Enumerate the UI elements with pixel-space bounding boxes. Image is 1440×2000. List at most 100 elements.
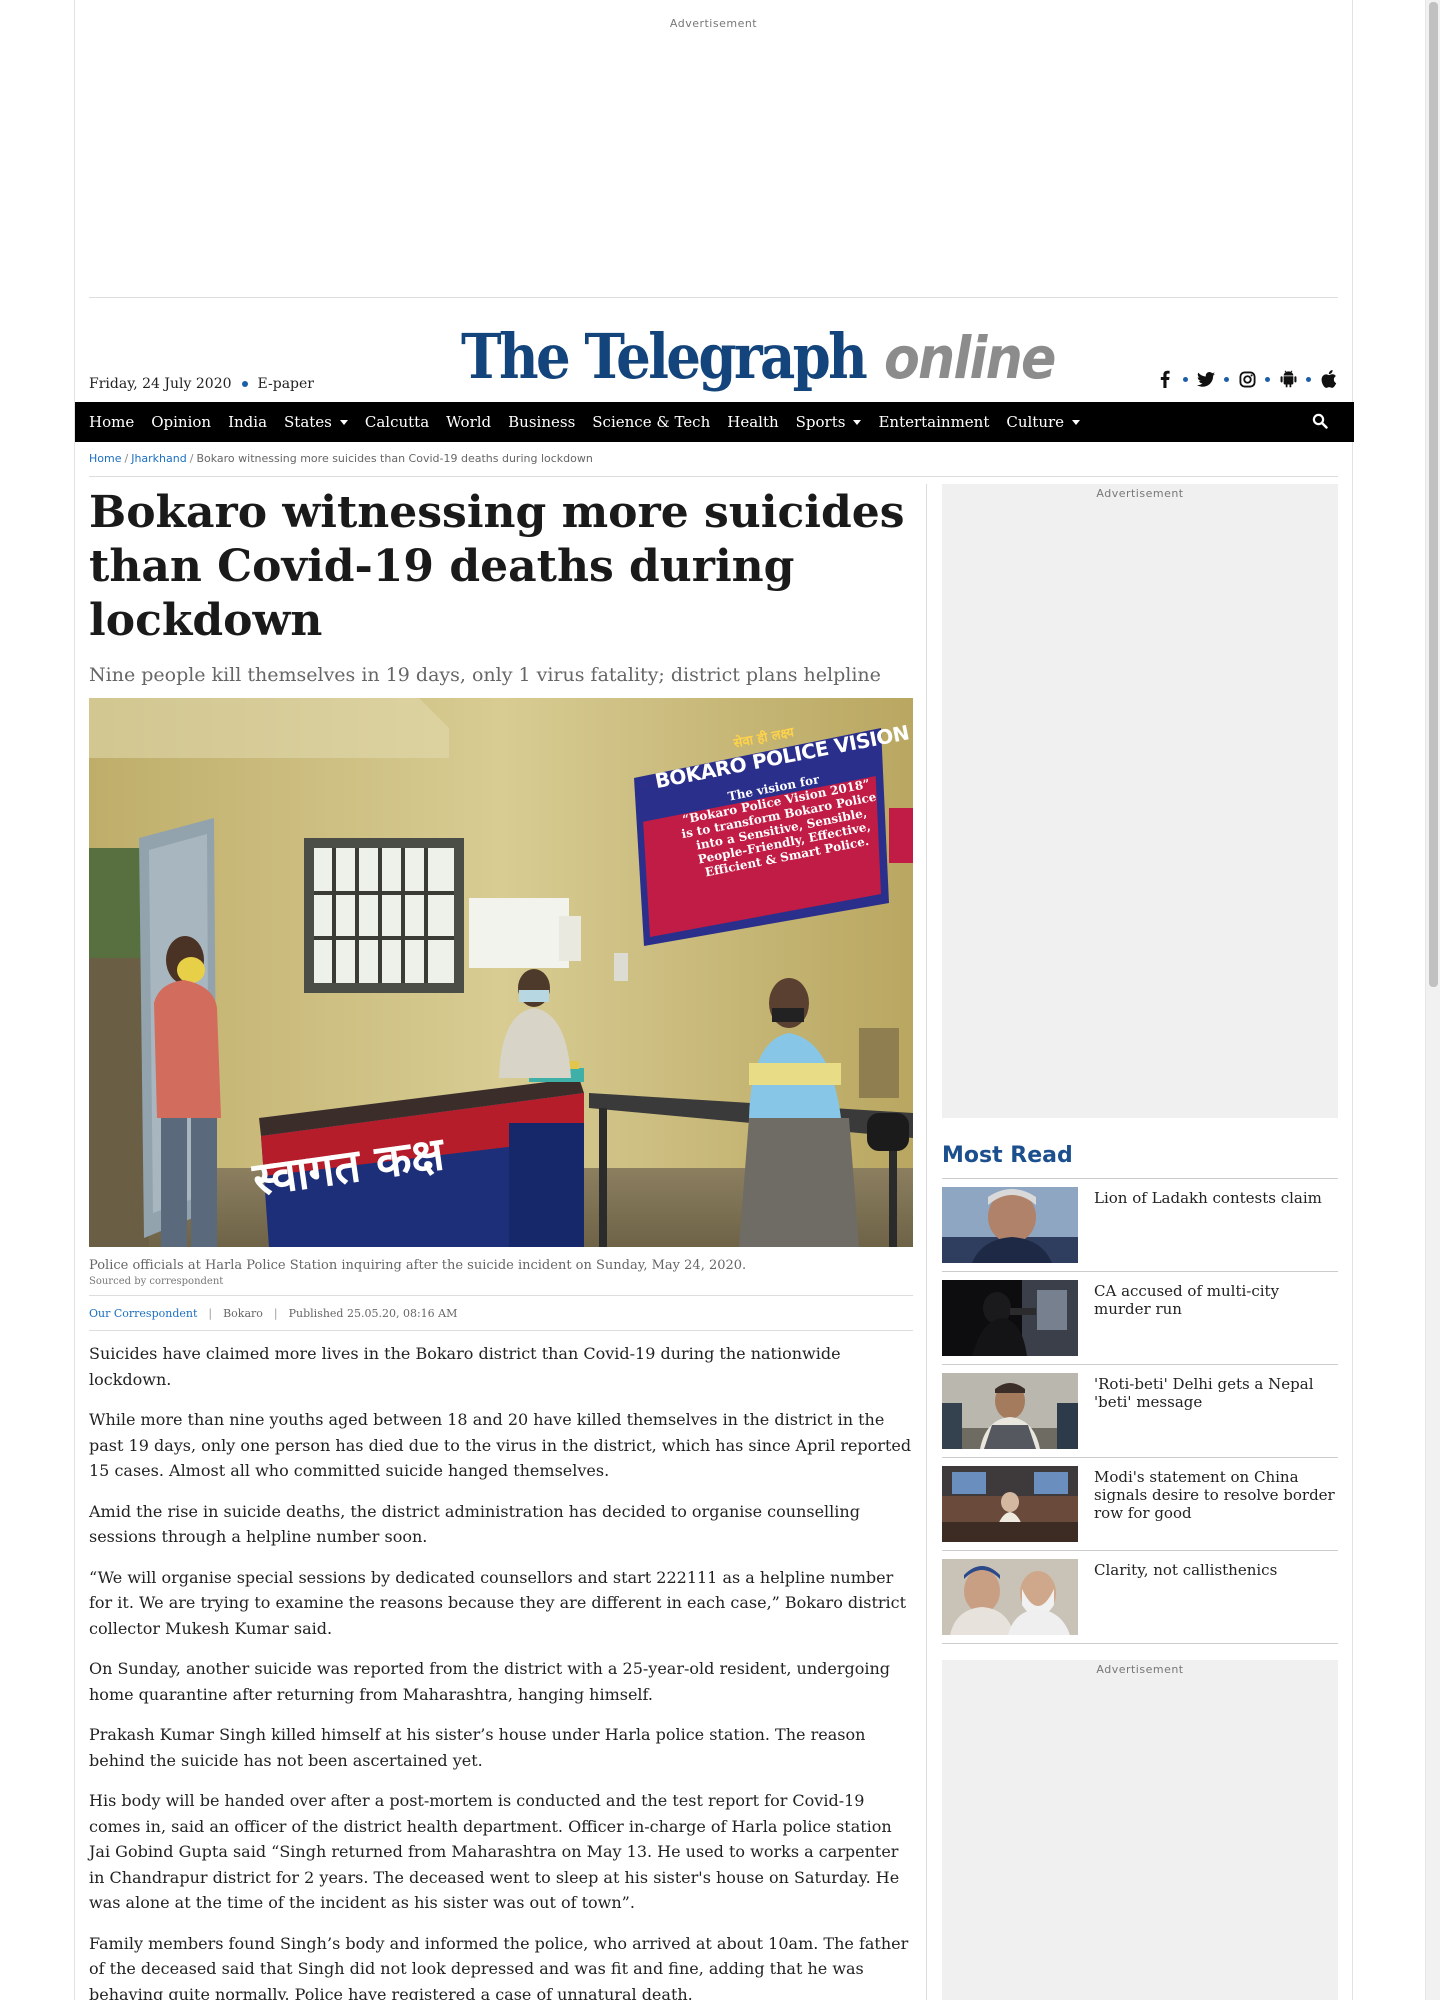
most-read-item[interactable]: CA accused of multi-city murder run [942,1272,1338,1365]
separator-dot [241,381,248,387]
article-headline: Bokaro witnessing more suicides than Cov… [89,487,905,646]
page-container: Advertisement Friday, 24 July 2020 E-pap… [74,0,1354,2000]
apple-icon[interactable] [1320,370,1338,388]
nav-item-label: Science & Tech [592,413,711,431]
separator-dot [1224,376,1229,382]
ad-label: Advertisement [669,17,758,30]
sidebar-advertisement: Advertisement [942,1660,1338,2000]
article-body: Suicides have claimed more lives in the … [89,1341,913,2000]
ad-label: Advertisement [1096,1663,1184,1676]
byline-published: Published 25.05.20, 08:16 AM [288,1306,458,1320]
most-read-thumbnail[interactable] [942,1280,1078,1356]
most-read-thumbnail[interactable] [942,1466,1078,1542]
breadcrumb-section[interactable]: Jharkhand [131,452,187,465]
byline-separator: | [208,1306,213,1320]
nav-item-label: Culture [1006,413,1065,431]
nav-item-india[interactable]: India [228,413,267,431]
most-read-headline[interactable]: 'Roti-beti' Delhi gets a Nepal 'beti' me… [1094,1373,1338,1457]
top-advertisement: Advertisement [89,0,1338,298]
byline: Our Correspondent | Bokaro | Published 2… [89,1295,913,1331]
most-read-item[interactable]: 'Roti-beti' Delhi gets a Nepal 'beti' me… [942,1365,1338,1458]
nav-item-entertainment[interactable]: Entertainment [878,413,989,431]
article-standfirst: Nine people kill themselves in 19 days, … [89,664,881,686]
chevron-down-icon [339,419,348,425]
article-paragraph: Amid the rise in suicide deaths, the dis… [89,1501,860,1547]
facebook-icon[interactable] [1156,370,1174,388]
nav-item-opinion[interactable]: Opinion [151,413,211,431]
nav-item-label: Health [727,413,779,431]
byline-location: Bokaro [223,1306,263,1320]
nav-item-culture[interactable]: Culture [1006,413,1081,431]
most-read-thumbnail[interactable] [942,1559,1078,1635]
logo-main-text: The Telegraph [461,320,868,393]
nav-item-label: States [284,413,332,431]
epaper-link[interactable]: E-paper [258,376,314,392]
chevron-down-icon [853,419,862,425]
breadcrumb: Home / Jharkhand / Bokaro witnessing more su… [89,452,1338,477]
article-paragraph: His body will be handed over after a pos… [89,1791,900,1912]
main-navbar: Home Opinion India States Calcutta World Busin… [75,402,1354,442]
nav-item-label: Entertainment [878,413,990,431]
nav-item-home[interactable]: Home [89,413,134,431]
current-date: Friday, 24 July 2020 [89,376,232,392]
nav-item-business[interactable]: Business [508,413,575,431]
article-paragraph: “We will organise special sessions by de… [89,1567,907,1638]
most-read-headline[interactable]: Lion of Ladakh contests claim [1094,1187,1322,1271]
sidebar-advertisement: Advertisement [942,484,1338,1118]
most-read-item[interactable]: Modi's statement on China signals desire… [942,1458,1338,1551]
chevron-down-icon [1072,419,1081,425]
article-hero-image: सेवा ही लक्ष्य BOKARO POLICE VISION 2018… [89,698,913,1247]
most-read-headline[interactable]: CA accused of multi-city murder run [1094,1280,1338,1364]
most-read-item[interactable]: Lion of Ladakh contests claim [942,1179,1338,1272]
article-main: Bokaro witnessing more suicides than Cov… [89,484,913,2000]
masthead: Friday, 24 July 2020 E-paper The Telegra… [89,298,1338,402]
nav-item-sports[interactable]: Sports [796,413,862,431]
nav-item-label: India [228,413,268,431]
breadcrumb-separator: / [189,452,194,465]
article-paragraph: Suicides have claimed more lives in the … [89,1344,841,1389]
most-read-title: Most Read [942,1143,1338,1179]
ad-label: Advertisement [1096,487,1184,500]
nav-item-states[interactable]: States [284,413,348,431]
nav-item-calcutta[interactable]: Calcutta [365,413,429,431]
breadcrumb-home[interactable]: Home [89,452,121,465]
article-paragraph: Prakash Kumar Singh killed himself at hi… [89,1725,866,1770]
breadcrumb-separator: / [124,452,129,465]
most-read-item[interactable]: Clarity, not callisthenics [942,1551,1338,1644]
nav-item-label: Home [89,413,135,431]
separator-dot [1265,376,1270,382]
nav-item-label: Business [508,413,576,431]
nav-item-label: Opinion [151,413,212,431]
byline-separator: | [273,1306,278,1320]
article-paragraph: On Sunday, another suicide was reported … [89,1659,891,1704]
android-icon[interactable] [1279,370,1297,388]
separator-dot [1183,376,1188,382]
social-links [1156,370,1338,388]
most-read-thumbnail[interactable] [942,1187,1078,1263]
image-credit: Sourced by correspondent [89,1276,224,1287]
most-read-thumbnail[interactable] [942,1373,1078,1449]
image-caption: Police officials at Harla Police Station… [89,1258,747,1273]
most-read-headline[interactable]: Modi's statement on China signals desire… [1094,1466,1338,1550]
article-paragraph: While more than nine youths aged between… [89,1410,912,1480]
nav-item-label: World [446,413,492,431]
site-logo[interactable]: The Telegraph online [461,320,1074,393]
nav-item-science-tech[interactable]: Science & Tech [592,413,710,431]
scrollbar-thumb[interactable] [1429,2,1438,987]
most-read-headline[interactable]: Clarity, not callisthenics [1094,1559,1277,1643]
column-divider [926,484,927,2000]
page-scrollbar[interactable] [1425,0,1440,2000]
article-paragraph: Family members found Singh’s body and in… [89,1933,909,2000]
twitter-icon[interactable] [1197,370,1215,388]
nav-item-label: Calcutta [364,413,430,431]
nav-item-health[interactable]: Health [727,413,778,431]
instagram-icon[interactable] [1238,370,1256,388]
nav-item-label: Sports [795,413,846,431]
separator-dot [1306,376,1311,382]
nav-item-world[interactable]: World [446,413,491,431]
sidebar: Advertisement Most Read Lion of Ladakh c… [942,484,1338,2000]
nav-items: Home Opinion India States Calcutta World Busin… [89,402,1081,442]
author-link[interactable]: Our Correspondent [89,1307,197,1320]
search-icon[interactable] [1312,413,1330,431]
breadcrumb-current: Bokaro witnessing more suicides than Cov… [196,452,593,465]
